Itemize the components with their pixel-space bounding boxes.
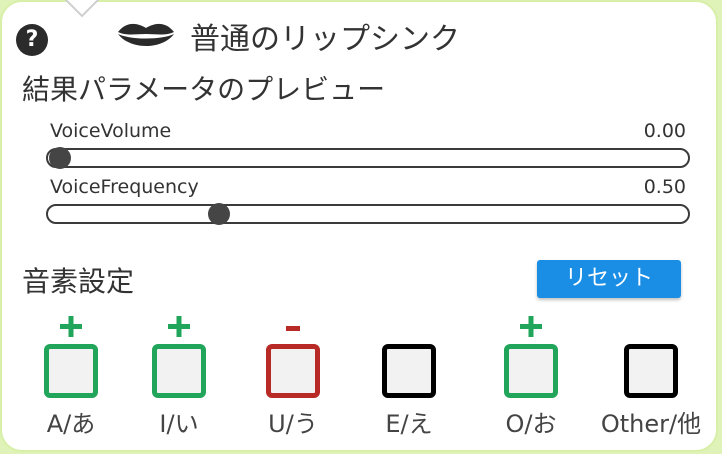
phoneme-o-label: O/お (505, 410, 557, 438)
phoneme-a-label: A/あ (46, 410, 96, 438)
voicefrequency-label: VoiceFrequency (50, 176, 199, 198)
voicefrequency-slider-handle[interactable] (208, 203, 230, 225)
phoneme-i-label: I/い (159, 410, 199, 438)
voicevolume-value: 0.00 (643, 120, 686, 142)
phoneme-e-label: E/え (385, 410, 433, 438)
voicefrequency-value: 0.50 (643, 176, 686, 198)
voicevolume-label: VoiceVolume (50, 120, 172, 142)
phoneme-sign (26, 314, 116, 338)
phoneme-sign (486, 314, 576, 338)
phoneme-other: Other/他 (601, 314, 701, 439)
lips-icon (118, 23, 174, 46)
phoneme-e-checkbox[interactable] (382, 344, 436, 398)
voicefrequency-slider[interactable] (46, 203, 690, 225)
phoneme-sign (364, 314, 454, 338)
phoneme-o-checkbox[interactable] (504, 344, 558, 398)
phoneme-u: U/う (248, 314, 338, 439)
phoneme-other-label: Other/他 (600, 410, 702, 438)
phoneme-a-checkbox[interactable] (44, 344, 98, 398)
blank-icon (606, 314, 696, 338)
blank-icon (364, 314, 454, 338)
panel-header: 普通のリップシンク (116, 12, 460, 60)
voicevolume-slider-handle[interactable] (49, 147, 71, 169)
phoneme-u-checkbox[interactable] (266, 344, 320, 398)
phoneme-e: E/え (364, 314, 454, 439)
minus-icon (286, 326, 300, 331)
reset-button[interactable]: リセット (537, 260, 681, 298)
voicevolume-slider[interactable] (46, 147, 690, 169)
plus-icon (520, 316, 542, 337)
phoneme-i: I/い (134, 314, 224, 439)
panel-notch (64, 0, 100, 18)
phoneme-sign (606, 314, 696, 338)
page-title: 普通のリップシンク (190, 22, 460, 57)
lipsync-panel: ? 普通のリップシンク 結果パラメータのプレビュー VoiceVolume 0.… (0, 0, 718, 452)
phoneme-settings-heading: 音素設定 (22, 265, 135, 298)
help-icon[interactable]: ? (16, 24, 48, 56)
phoneme-sign (248, 314, 338, 338)
phoneme-o: O/お (486, 314, 576, 439)
plus-icon (168, 316, 190, 337)
phoneme-i-checkbox[interactable] (152, 344, 206, 398)
phoneme-sign (134, 314, 224, 338)
phoneme-a: A/あ (26, 314, 116, 439)
phoneme-other-checkbox[interactable] (624, 344, 678, 398)
phoneme-u-label: U/う (268, 410, 318, 438)
preview-heading: 結果パラメータのプレビュー (22, 73, 386, 106)
plus-icon (60, 316, 82, 337)
